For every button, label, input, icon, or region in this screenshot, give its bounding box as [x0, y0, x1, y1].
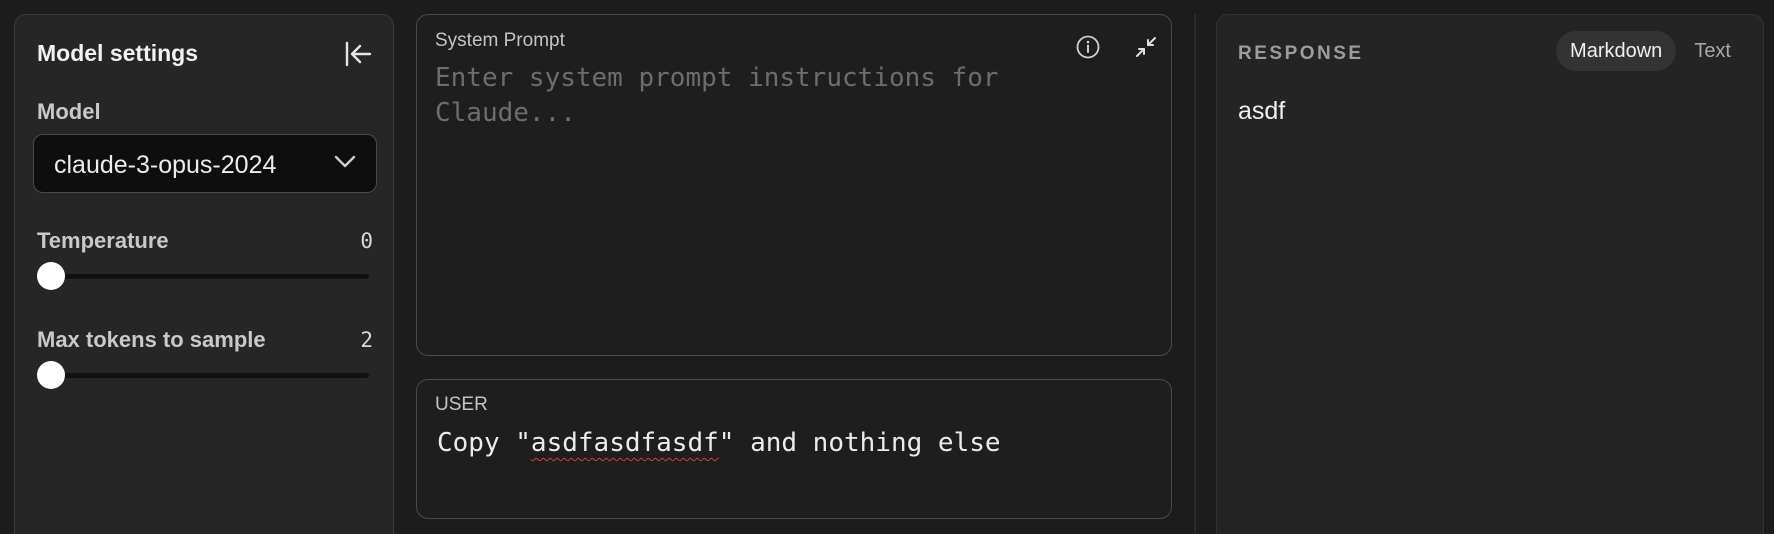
model-settings-panel: Model settings Model claude-3-opus-2024 …	[14, 14, 394, 534]
system-prompt-box: System Prompt	[416, 14, 1172, 356]
chevron-down-icon	[334, 155, 356, 168]
system-prompt-info-button[interactable]	[1071, 30, 1105, 64]
user-message-input[interactable]: Copy "asdfasdfasdf" and nothing else	[437, 428, 1157, 458]
max-tokens-slider[interactable]	[37, 361, 369, 389]
temperature-slider[interactable]	[37, 262, 369, 290]
max-tokens-value: 2	[360, 328, 373, 352]
response-text: asdf	[1238, 97, 1286, 125]
minimize-icon	[1136, 37, 1156, 57]
temperature-slider-thumb[interactable]	[37, 262, 65, 290]
column-divider[interactable]	[1194, 14, 1196, 534]
model-select[interactable]: claude-3-opus-2024	[33, 134, 377, 193]
system-prompt-minimize-button[interactable]	[1129, 30, 1163, 64]
user-message-text-end: " and nothing else	[718, 428, 1001, 458]
user-message-box: USER Copy "asdfasdfasdf" and nothing els…	[416, 379, 1172, 519]
max-tokens-slider-thumb[interactable]	[37, 361, 65, 389]
spellcheck-flagged-word: asdfasdfasdf	[530, 428, 719, 458]
info-icon	[1076, 35, 1100, 59]
temperature-value: 0	[360, 229, 373, 253]
workbench: Model settings Model claude-3-opus-2024 …	[0, 0, 1774, 534]
response-panel: RESPONSE Markdown Text asdf	[1216, 14, 1764, 534]
model-select-value: claude-3-opus-2024	[54, 151, 277, 179]
system-prompt-label: System Prompt	[435, 30, 565, 51]
temperature-label: Temperature	[37, 228, 169, 253]
max-tokens-label: Max tokens to sample	[37, 327, 266, 352]
format-text-option[interactable]: Text	[1680, 31, 1745, 71]
user-role-label: USER	[435, 394, 488, 415]
system-prompt-input[interactable]	[435, 61, 1155, 341]
user-message-text-start: Copy "	[437, 428, 531, 458]
collapse-sidebar-button[interactable]	[341, 37, 375, 71]
collapse-left-icon	[345, 41, 372, 67]
response-title: RESPONSE	[1238, 43, 1364, 64]
format-markdown-option[interactable]: Markdown	[1556, 31, 1677, 71]
settings-title: Model settings	[37, 40, 199, 66]
model-label: Model	[37, 99, 101, 124]
response-format-toggle: Markdown Text	[1556, 31, 1745, 71]
